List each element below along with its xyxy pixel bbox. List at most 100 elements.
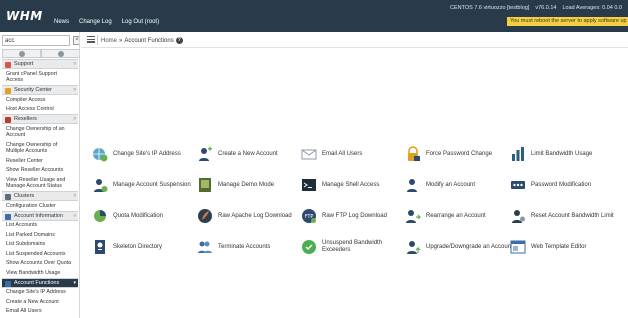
- function-manage-account-suspension[interactable]: Manage Account Suspension: [92, 176, 191, 194]
- function-label: Quota Modification: [113, 212, 164, 219]
- function-skeleton-directory[interactable]: Skeleton Directory: [92, 238, 162, 256]
- function-label: Password Modification: [531, 181, 592, 188]
- version-info: v76.0.14: [535, 5, 557, 11]
- user-edit-icon: [405, 177, 421, 193]
- function-rearrange-an-account[interactable]: Rearrange an Account: [405, 207, 486, 225]
- support-icon: [5, 62, 11, 68]
- function-create-a-new-account[interactable]: Create a New Account: [197, 145, 278, 163]
- pie-chart-icon: [92, 208, 108, 224]
- function-web-template-editor[interactable]: Web Template Editor: [510, 238, 586, 256]
- breadcrumb-separator: »: [119, 37, 123, 44]
- function-limit-bandwidth-usage[interactable]: Limit Bandwidth Usage: [510, 145, 592, 163]
- sidebar-item-show-accounts-over-quota[interactable]: Show Accounts Over Quota: [2, 259, 78, 269]
- function-modify-an-account[interactable]: Modify an Account: [405, 176, 475, 194]
- sidebar-item-compiler-access[interactable]: Compiler Access: [2, 95, 78, 105]
- expand-icon: [57, 50, 64, 57]
- help-icon[interactable]: ?: [175, 37, 183, 44]
- function-terminate-accounts[interactable]: Terminate Accounts: [197, 238, 270, 256]
- function-label: Web Template Editor: [531, 243, 587, 250]
- account-functions-icon: [5, 280, 11, 287]
- envelope-icon: [301, 146, 317, 162]
- sidebar-search-input[interactable]: [2, 35, 70, 46]
- top-bar: WHM News Change Log Log Out (root) CENTO…: [0, 0, 628, 32]
- sidebar-category-label: Account Information: [14, 212, 63, 219]
- sidebar-category-account-functions[interactable]: Account Functions ▾: [2, 277, 78, 288]
- expand-all-button[interactable]: [41, 49, 79, 58]
- function-label: Manage Demo Mode: [218, 181, 275, 188]
- users-remove-icon: [197, 239, 213, 255]
- sidebar-item-list-suspended-accounts[interactable]: List Suspended Accounts: [2, 249, 78, 259]
- feather-download-icon: [197, 208, 213, 224]
- function-raw-ftp-log-download[interactable]: FTP Raw FTP Log Download: [301, 207, 387, 225]
- chevron-down-icon: ▿: [73, 61, 76, 67]
- sidebar-item-reseller-center[interactable]: Reseller Center: [2, 156, 78, 166]
- user-move-icon: [405, 208, 421, 224]
- sidebar-item-change-site-s-ip-address[interactable]: Change Site's IP Address: [2, 288, 78, 298]
- function-reset-account-bandwidth-limit[interactable]: Reset Account Bandwidth Limit: [510, 207, 614, 225]
- sidebar-item-view-bandwidth-usage[interactable]: View Bandwidth Usage: [2, 268, 78, 278]
- page-title: Account Functions: [124, 37, 174, 44]
- function-manage-shell-access[interactable]: Manage Shell Access: [301, 176, 379, 194]
- function-label: Terminate Accounts: [218, 243, 271, 250]
- sidebar: × Support▿Grant cPanel Support AccessSec…: [0, 32, 80, 318]
- function-manage-demo-mode[interactable]: Manage Demo Mode: [197, 176, 274, 194]
- reboot-notice[interactable]: You must reboot the server to apply soft…: [507, 17, 628, 26]
- function-password-modification[interactable]: Password Modification: [510, 176, 591, 194]
- sidebar-category-label: Clusters: [14, 193, 35, 199]
- chevron-down-icon: ▿: [73, 87, 76, 93]
- user-upgrade-icon: [405, 239, 421, 255]
- sidebar-item-email-all-users[interactable]: Email All Users: [2, 307, 78, 317]
- divider: [97, 35, 98, 45]
- sidebar-item-change-ownership-of-multiple-accounts[interactable]: Change Ownership of Multiple Accounts: [2, 140, 78, 156]
- function-label: Change Site's IP Address: [113, 150, 181, 157]
- padlock-icon: [405, 146, 421, 162]
- news-link[interactable]: News: [54, 19, 69, 25]
- sidebar-item-list-accounts[interactable]: List Accounts: [2, 221, 78, 231]
- sidebar-item-host-access-control[interactable]: Host Access Control: [2, 105, 78, 115]
- whm-logo[interactable]: WHM: [6, 9, 43, 23]
- sidebar-item-grant-cpanel-support-access[interactable]: Grant cPanel Support Access: [2, 69, 78, 85]
- function-label: Limit Bandwidth Usage: [531, 150, 593, 157]
- function-email-all-users[interactable]: Email All Users: [301, 145, 362, 163]
- user-add-icon: [197, 146, 213, 162]
- sidebar-category-clusters[interactable]: Clusters ▿: [2, 191, 78, 201]
- sidebar-item-create-a-new-account[interactable]: Create a New Account: [2, 297, 78, 307]
- sidebar-search: ×: [2, 35, 79, 47]
- sidebar-category-resellers[interactable]: Resellers ▿: [2, 114, 78, 124]
- menu-toggle-icon[interactable]: [87, 36, 95, 43]
- sidebar-category-support[interactable]: Support ▿: [2, 59, 78, 69]
- change-log-link[interactable]: Change Log: [79, 19, 112, 25]
- sidebar-item-show-reseller-accounts[interactable]: Show Reseller Accounts: [2, 166, 78, 176]
- sidebar-category-security-center[interactable]: Security Center ▿: [2, 85, 78, 95]
- function-force-password-change[interactable]: Force Password Change: [405, 145, 492, 163]
- function-upgrade-downgrade-an-account[interactable]: Upgrade/Downgrade an Account: [405, 238, 513, 256]
- collapse-all-button[interactable]: [2, 49, 41, 58]
- function-label: Upgrade/Downgrade an Account: [426, 243, 513, 250]
- sidebar-category-account-information[interactable]: Account Information ▿: [2, 210, 78, 221]
- function-change-site-s-ip-address[interactable]: Change Site's IP Address: [92, 145, 181, 163]
- function-label: Skeleton Directory: [113, 243, 163, 250]
- sidebar-item-change-ownership-of-an-account[interactable]: Change Ownership of an Account: [2, 124, 78, 140]
- function-quota-modification[interactable]: Quota Modification: [92, 207, 163, 225]
- sidebar-scrollbar[interactable]: [79, 85, 80, 265]
- sidebar-item-view-reseller-usage-and-manage-account-status[interactable]: View Reseller Usage and Manage Account S…: [2, 175, 78, 191]
- sidebar-category-label: Support: [14, 61, 34, 67]
- system-info: CENTOS 7.6 virtuozzo [testblog] v76.0.14…: [450, 5, 622, 11]
- function-label: Raw Apache Log Download: [218, 212, 292, 219]
- os-info: CENTOS 7.6 virtuozzo [testblog]: [449, 5, 530, 11]
- function-raw-apache-log-download[interactable]: Raw Apache Log Download: [197, 207, 292, 225]
- sidebar-item-configuration-cluster[interactable]: Configuration Cluster: [2, 201, 78, 211]
- logout-link[interactable]: Log Out (root): [122, 19, 159, 25]
- demo-monitor-icon: [197, 177, 213, 193]
- function-label: Modify an Account: [426, 181, 476, 188]
- account-information-icon: [5, 213, 11, 220]
- clear-search-button[interactable]: ×: [73, 36, 79, 45]
- sidebar-item-list-parked-domains[interactable]: List Parked Domains: [2, 230, 78, 240]
- sidebar-item-list-subdomains[interactable]: List Subdomains: [2, 240, 78, 250]
- chevron-down-icon: ▿: [73, 193, 76, 199]
- breadcrumb-home-link[interactable]: Home: [101, 38, 117, 44]
- globe-arrows-icon: [92, 146, 108, 162]
- ftp-download-icon: FTP: [301, 208, 317, 224]
- sidebar-category-label: Security Center: [14, 87, 52, 93]
- function-unsuspend-bandwidth-exceeders[interactable]: Unsuspend Bandwidth Exceeders: [301, 238, 394, 256]
